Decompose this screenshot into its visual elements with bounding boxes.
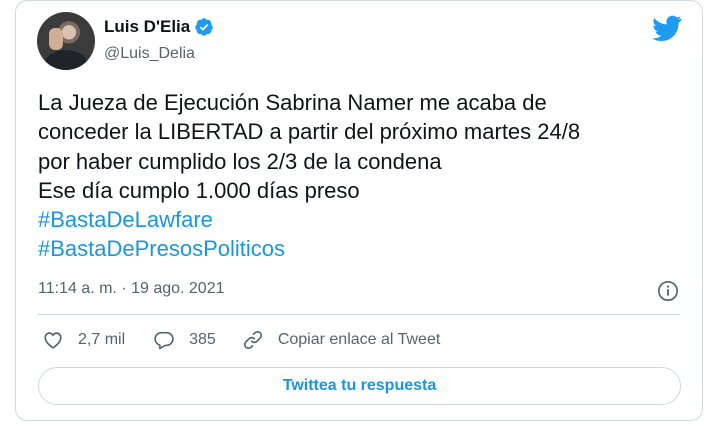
author-handle[interactable]: @Luis_Delia <box>104 45 195 63</box>
action-bar: 2,7 mil 385 Copiar enlace al Tweet <box>38 329 440 351</box>
verified-badge-icon <box>195 18 213 36</box>
copy-link-button[interactable]: Copiar enlace al Tweet <box>242 329 440 351</box>
like-button[interactable]: 2,7 mil <box>42 329 125 351</box>
reply-button[interactable]: 385 <box>153 329 216 351</box>
tweet-text: La Jueza de Ejecución Sabrina Namer me a… <box>38 88 698 264</box>
tweet-card: Luis D'Elia @Luis_Delia La Jueza de Ejec… <box>15 0 703 421</box>
twitter-bird-icon[interactable] <box>652 15 682 41</box>
avatar[interactable] <box>37 12 95 70</box>
reply-bubble-icon <box>154 331 174 350</box>
reply-count: 385 <box>189 331 216 348</box>
hashtag-link[interactable]: #BastaDePresosPoliticos <box>38 234 698 263</box>
divider <box>38 314 680 315</box>
info-icon[interactable] <box>657 280 679 302</box>
heart-icon <box>44 332 62 349</box>
author-name[interactable]: Luis D'Elia <box>104 17 190 37</box>
copy-link-label: Copiar enlace al Tweet <box>277 331 441 348</box>
author-name-row[interactable]: Luis D'Elia <box>104 17 214 37</box>
tweet-body: La Jueza de Ejecución Sabrina Namer me a… <box>38 90 581 203</box>
tweet-timestamp[interactable]: 11:14 a. m. · 19 ago. 2021 <box>38 280 225 298</box>
link-icon <box>243 330 262 350</box>
reply-cta-button[interactable]: Twittea tu respuesta <box>38 367 681 405</box>
hashtag-link[interactable]: #BastaDeLawfare <box>38 205 698 234</box>
like-count: 2,7 mil <box>78 331 126 348</box>
